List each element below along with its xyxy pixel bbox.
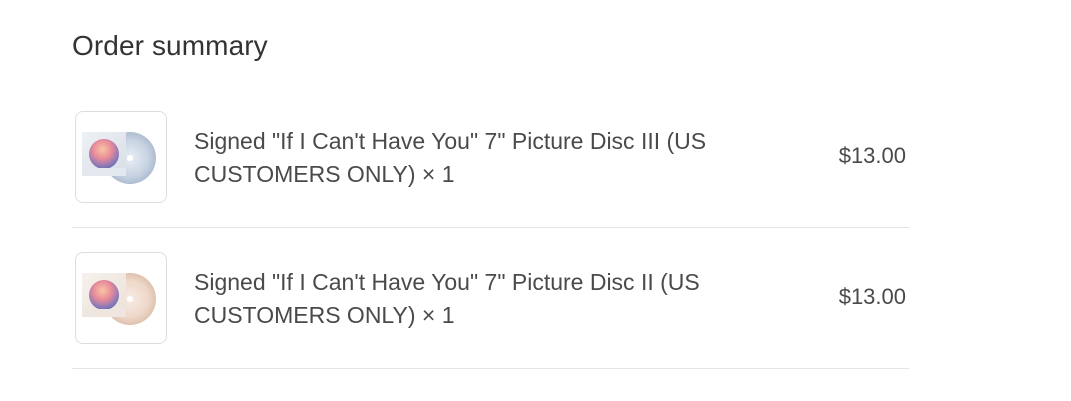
item-name: Signed "If I Can't Have You" 7" Picture … <box>194 269 700 328</box>
item-price: $13.00 <box>838 143 906 168</box>
order-line-item: Signed "If I Can't Have You" 7" Picture … <box>72 87 909 228</box>
picture-disc-ii-image <box>82 273 156 325</box>
product-thumbnail <box>75 252 167 344</box>
product-thumbnail <box>75 111 167 203</box>
item-name: Signed "If I Can't Have You" 7" Picture … <box>194 128 707 187</box>
picture-disc-iii-image <box>82 132 156 184</box>
item-price: $13.00 <box>838 284 906 309</box>
order-summary-title: Order summary <box>72 30 268 61</box>
order-line-item: Signed "If I Can't Have You" 7" Picture … <box>72 228 909 369</box>
